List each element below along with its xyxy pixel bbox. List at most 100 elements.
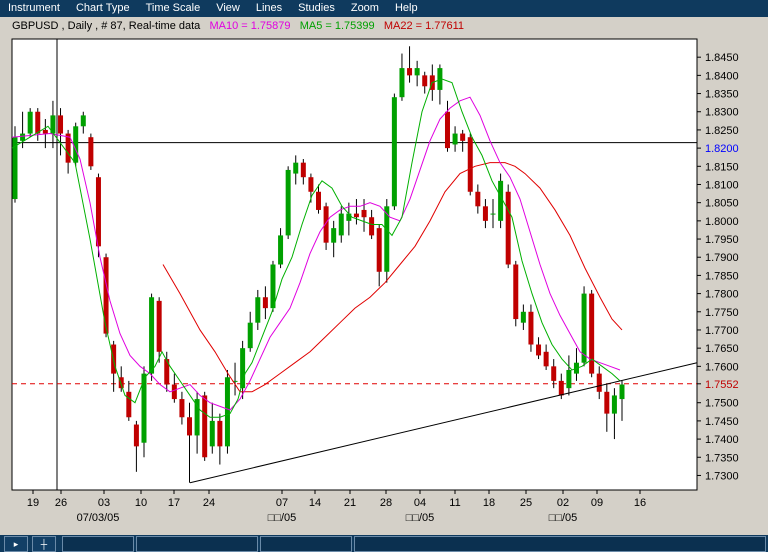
candle-body bbox=[278, 235, 284, 265]
y-tick-label: 1.7400 bbox=[705, 434, 739, 446]
menu-bar: Instrument Chart Type Time Scale View Li… bbox=[0, 0, 768, 17]
y-tick-label: 1.8400 bbox=[705, 70, 739, 82]
candle-body bbox=[95, 177, 101, 247]
plot-area bbox=[11, 38, 698, 491]
y-tick-label: 1.7850 bbox=[705, 270, 739, 282]
menu-view[interactable]: View bbox=[208, 0, 248, 17]
candle-body bbox=[202, 395, 208, 458]
candle-body bbox=[528, 311, 534, 345]
candle-body bbox=[179, 399, 185, 418]
candle-body bbox=[604, 391, 610, 414]
y-tick-label: 1.7600 bbox=[705, 361, 739, 373]
y-tick-label: 1.8450 bbox=[705, 52, 739, 64]
candle-body bbox=[126, 391, 132, 418]
candle-body bbox=[513, 264, 519, 320]
candle-body bbox=[331, 228, 337, 243]
candle-body bbox=[558, 380, 564, 396]
x-tick-label: 17 bbox=[168, 497, 180, 509]
status-field-3 bbox=[260, 536, 352, 552]
candle-body bbox=[103, 257, 109, 334]
candle-body bbox=[543, 351, 549, 367]
candle-body bbox=[73, 126, 79, 163]
menu-lines[interactable]: Lines bbox=[248, 0, 290, 17]
candle-body bbox=[323, 206, 329, 243]
status-field-2 bbox=[136, 536, 258, 552]
menu-chart-type[interactable]: Chart Type bbox=[68, 0, 138, 17]
candle-body bbox=[520, 311, 526, 323]
candle-body bbox=[156, 300, 162, 352]
candle-body bbox=[551, 366, 557, 381]
candle-body bbox=[391, 97, 397, 207]
legend-ma10: MA10 = 1.75879 bbox=[209, 20, 291, 32]
legend-ma5: MA5 = 1.75399 bbox=[299, 20, 375, 32]
candle-body bbox=[444, 111, 450, 149]
y-tick-label: 1.8000 bbox=[705, 216, 739, 228]
candle-body bbox=[399, 68, 405, 98]
x-tick-label: 21 bbox=[344, 497, 356, 509]
candle-body bbox=[88, 137, 94, 167]
candle-body bbox=[194, 399, 200, 436]
crosshair-icon[interactable]: ┼ bbox=[32, 536, 56, 552]
candle-body bbox=[133, 424, 139, 447]
candle-body bbox=[452, 133, 458, 145]
x-date-label: □□/05 bbox=[406, 512, 435, 524]
x-tick-label: 03 bbox=[98, 497, 110, 509]
price-chart[interactable]: 1.8450 1.8400 1.8350 1.8300 1.8250 1.8200 1.81… bbox=[0, 17, 768, 535]
y-tick-label: 1.7450 bbox=[705, 416, 739, 428]
y-tick-label: 1.8250 bbox=[705, 125, 739, 137]
candle-body bbox=[149, 297, 155, 374]
y-tick-label: 1.8050 bbox=[705, 198, 739, 210]
candle-body bbox=[361, 209, 367, 218]
candle-body bbox=[285, 169, 291, 236]
status-field-1 bbox=[62, 536, 134, 552]
candle-body bbox=[293, 162, 299, 174]
y-tick-label: 1.8100 bbox=[705, 179, 739, 191]
candle-body bbox=[58, 115, 64, 134]
candle-body bbox=[422, 75, 428, 87]
y-tick-label: 1.7950 bbox=[705, 234, 739, 246]
candle-body bbox=[247, 322, 253, 349]
candle-body bbox=[353, 213, 359, 218]
status-field-4 bbox=[354, 536, 766, 552]
candle-body bbox=[369, 217, 375, 236]
x-date-label: □□/05 bbox=[549, 512, 578, 524]
x-tick-label: 18 bbox=[483, 497, 495, 509]
cursor-icon[interactable]: ▸ bbox=[4, 536, 28, 552]
candle-body bbox=[407, 68, 413, 76]
y-tick-label: 1.7800 bbox=[705, 289, 739, 301]
candle-body bbox=[187, 417, 193, 436]
candle-body bbox=[566, 369, 572, 389]
y-tick-label: 1.7650 bbox=[705, 343, 739, 355]
candle-body bbox=[217, 420, 223, 447]
legend-ma22: MA22 = 1.77611 bbox=[383, 20, 465, 32]
candle-body bbox=[42, 129, 48, 134]
chart-symbol: GBPUSD , Daily , # 87, Real-time data bbox=[12, 20, 201, 32]
candle-body bbox=[20, 133, 26, 141]
candle-body bbox=[80, 115, 86, 127]
x-tick-label: 04 bbox=[414, 497, 426, 509]
y-tick-label: 1.8150 bbox=[705, 161, 739, 173]
candle-body bbox=[589, 293, 595, 374]
menu-studies[interactable]: Studies bbox=[290, 0, 343, 17]
candle-body bbox=[414, 68, 420, 76]
menu-zoom[interactable]: Zoom bbox=[343, 0, 387, 17]
candle-body bbox=[619, 384, 625, 400]
menu-instrument[interactable]: Instrument bbox=[0, 0, 68, 17]
menu-time-scale[interactable]: Time Scale bbox=[138, 0, 209, 17]
x-tick-label: 25 bbox=[520, 497, 532, 509]
candle-body bbox=[376, 228, 382, 272]
candle-body bbox=[338, 213, 344, 236]
y-tick-label: 1.8200 bbox=[705, 143, 739, 155]
x-tick-label: 09 bbox=[591, 497, 603, 509]
candle-body bbox=[171, 384, 177, 400]
x-tick-label: 19 bbox=[27, 497, 39, 509]
candle-body bbox=[581, 293, 587, 363]
x-tick-label: 28 bbox=[380, 497, 392, 509]
y-tick-label: 1.7350 bbox=[705, 452, 739, 464]
candle-body bbox=[300, 162, 306, 178]
x-tick-label: 02 bbox=[557, 497, 569, 509]
y-tick-label: 1.8300 bbox=[705, 107, 739, 119]
menu-help[interactable]: Help bbox=[387, 0, 426, 17]
y-tick-label: 1.8350 bbox=[705, 89, 739, 101]
chart-title: GBPUSD , Daily , # 87, Real-time data MA… bbox=[12, 19, 464, 33]
